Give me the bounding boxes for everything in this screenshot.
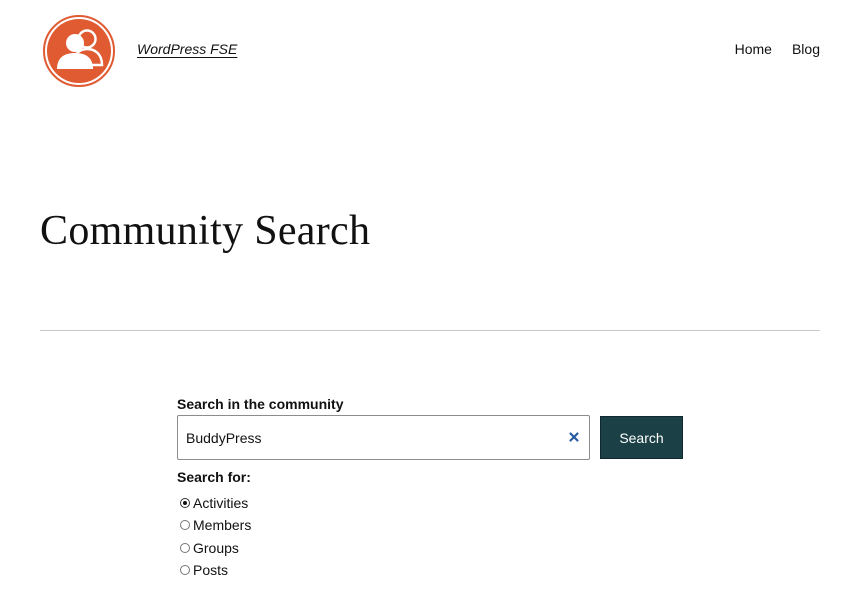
nav-item-home[interactable]: Home — [735, 41, 772, 57]
radio-option-members[interactable]: Members — [180, 517, 251, 533]
radio-button[interactable] — [180, 565, 190, 575]
search-for-label: Search for: — [177, 469, 251, 485]
radio-option-posts[interactable]: Posts — [180, 562, 228, 578]
search-button[interactable]: Search — [600, 416, 683, 459]
community-users-icon — [43, 15, 115, 87]
search-box — [177, 415, 590, 460]
radio-label: Posts — [193, 562, 229, 578]
radio-option-activities[interactable]: Activities — [180, 495, 248, 511]
separator — [40, 330, 820, 331]
radio-label: Groups — [193, 540, 239, 556]
site-logo[interactable] — [43, 15, 115, 87]
radio-label: Activities — [193, 495, 249, 511]
close-icon[interactable] — [567, 430, 581, 444]
radio-button[interactable] — [180, 520, 190, 530]
radio-label: Members — [193, 517, 252, 533]
radio-button-checked[interactable] — [180, 498, 190, 508]
search-input[interactable] — [178, 416, 558, 459]
page: WordPress FSE Home Blog Community Search… — [0, 0, 860, 611]
nav-item-blog[interactable]: Blog — [792, 41, 820, 57]
primary-nav: Home Blog — [735, 41, 820, 57]
search-label: Search in the community — [177, 396, 344, 412]
radio-option-groups[interactable]: Groups — [180, 540, 239, 556]
page-title: Community Search — [40, 208, 371, 254]
site-title[interactable]: WordPress FSE — [137, 41, 237, 57]
radio-button[interactable] — [180, 543, 190, 553]
